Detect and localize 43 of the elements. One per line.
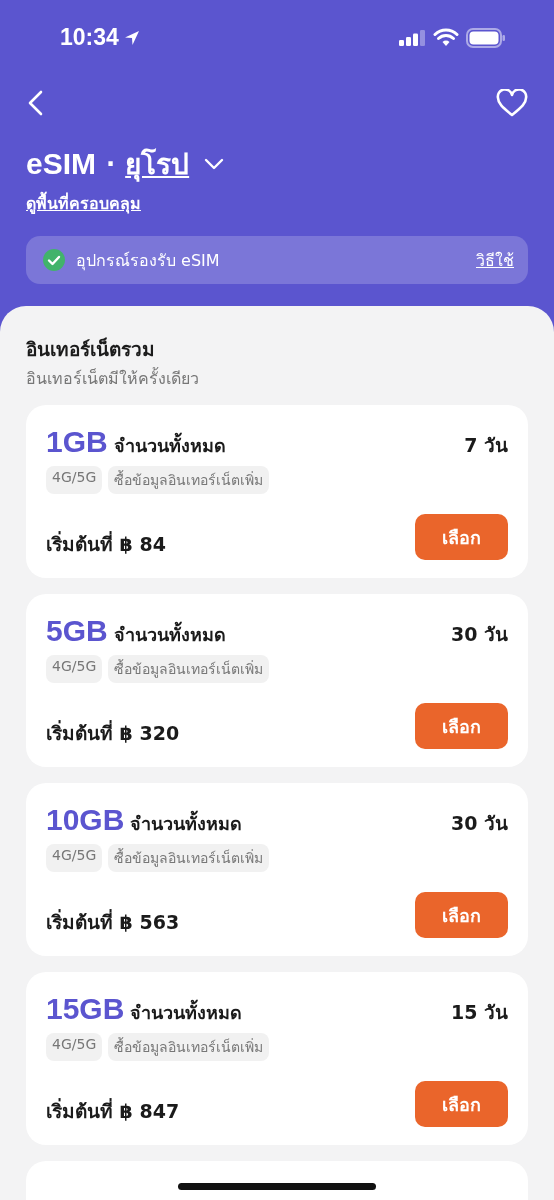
feature-tag: ซื้อข้อมูลอินเทอร์เน็ตเพิ่ม: [108, 655, 270, 683]
chevron-down-icon[interactable]: [203, 157, 226, 171]
data-label: จำนวนทั้งหมด: [130, 809, 243, 838]
price-text: เริ่มต้นที่ ฿ 563: [46, 908, 180, 935]
duration-text: 7 วัน: [464, 433, 508, 458]
data-amount: 15GB: [46, 992, 125, 1026]
data-amount: 5GB: [46, 614, 108, 648]
wifi-icon: [433, 28, 459, 47]
data-label: จำนวนทั้งหมด: [130, 998, 243, 1027]
feature-tag: 4G/5G: [46, 1033, 103, 1061]
duration-text: 30 วัน: [450, 622, 508, 647]
coverage-link[interactable]: ดูพื้นที่ครอบคลุม: [26, 191, 141, 216]
section-subtitle: อินเทอร์เน็ตมีให้ครั้งเดียว: [26, 366, 200, 390]
heart-icon[interactable]: [496, 89, 528, 117]
feature-tag: 4G/5G: [46, 466, 103, 494]
feature-tag: 4G/5G: [46, 655, 103, 683]
price-text: เริ่มต้นที่ ฿ 320: [46, 719, 180, 746]
select-button[interactable]: เลือก: [415, 514, 508, 560]
data-amount: 10GB: [46, 803, 125, 837]
select-button[interactable]: เลือก: [415, 1081, 508, 1127]
banner-text: อุปกรณ์รองรับ eSIM: [76, 249, 220, 273]
battery-icon: [466, 27, 506, 48]
price-text: เริ่มต้นที่ ฿ 847: [46, 1097, 180, 1124]
feature-tag: ซื้อข้อมูลอินเทอร์เน็ตเพิ่ม: [108, 466, 270, 494]
how-to-link[interactable]: วิธีใช้: [476, 247, 514, 273]
select-button[interactable]: เลือก: [415, 892, 508, 938]
region-link[interactable]: ยุโรป: [125, 142, 190, 186]
section-title: อินเทอร์เน็ตรวม: [26, 336, 156, 362]
feature-tag: ซื้อข้อมูลอินเทอร์เน็ตเพิ่ม: [108, 1033, 270, 1061]
price-text: เริ่มต้นที่ ฿ 84: [46, 530, 166, 557]
signal-icon: [398, 28, 426, 47]
data-amount: 1GB: [46, 425, 108, 459]
status-time: 10:34: [60, 24, 119, 51]
select-button[interactable]: เลือก: [415, 703, 508, 749]
feature-tag: ซื้อข้อมูลอินเทอร์เน็ตเพิ่ม: [108, 844, 270, 872]
title-separator: ·: [106, 150, 116, 178]
data-label: จำนวนทั้งหมด: [113, 431, 226, 460]
location-arrow-icon: [122, 28, 141, 47]
feature-tag: 4G/5G: [46, 844, 103, 872]
data-label: จำนวนทั้งหมด: [113, 620, 226, 649]
page-title: eSIM: [26, 147, 97, 181]
duration-text: 15 วัน: [450, 1000, 508, 1025]
duration-text: 30 วัน: [450, 811, 508, 836]
